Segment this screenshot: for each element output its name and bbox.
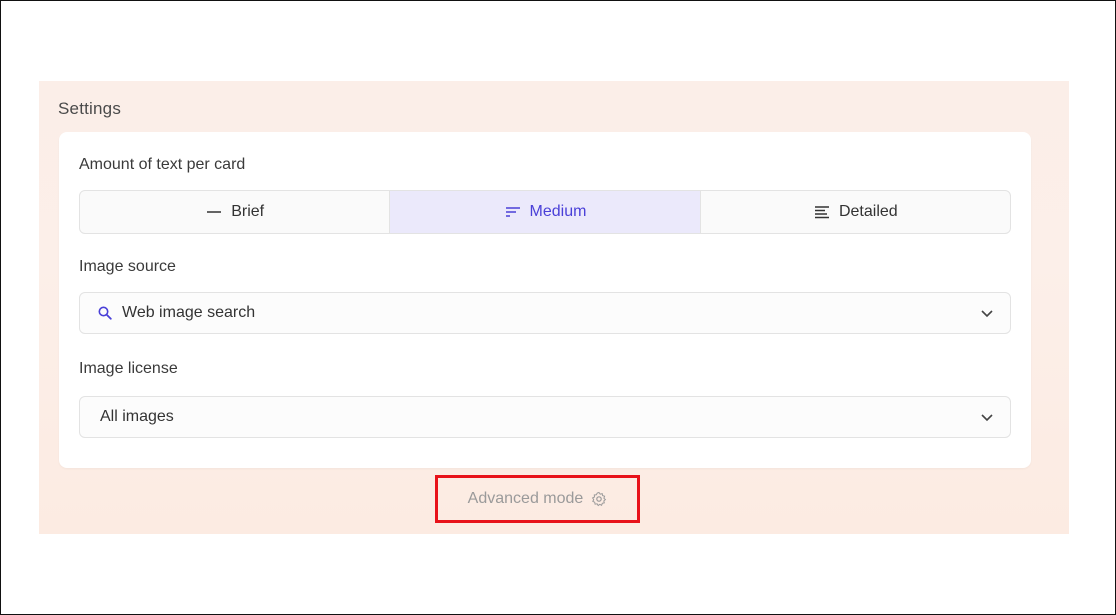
screenshot-frame: Settings Amount of text per card Brief M… <box>0 0 1116 615</box>
text-amount-option-brief[interactable]: Brief <box>80 191 391 233</box>
text-amount-label: Amount of text per card <box>79 156 246 173</box>
dash-icon <box>205 205 223 219</box>
detailed-lines-icon <box>813 205 831 219</box>
text-amount-segmented-control: Brief Medium Detailed <box>79 190 1011 234</box>
settings-panel: Settings Amount of text per card Brief M… <box>39 81 1069 534</box>
chevron-down-icon <box>980 410 994 424</box>
settings-title: Settings <box>58 99 122 118</box>
settings-card: Amount of text per card Brief Medium Det… <box>59 132 1031 468</box>
medium-lines-icon <box>504 205 522 219</box>
search-icon <box>98 306 112 320</box>
option-label: Medium <box>529 203 587 220</box>
text-amount-option-medium[interactable]: Medium <box>390 191 701 233</box>
image-source-label: Image source <box>79 258 176 275</box>
image-license-value: All images <box>100 408 174 425</box>
image-license-select[interactable]: All images <box>79 396 1011 438</box>
gear-icon <box>591 491 607 507</box>
advanced-mode-button[interactable]: Advanced mode <box>435 475 640 523</box>
option-label: Brief <box>231 203 265 220</box>
image-source-value: Web image search <box>122 304 256 321</box>
image-license-label: Image license <box>79 360 178 377</box>
option-label: Detailed <box>838 203 898 220</box>
chevron-down-icon <box>980 306 994 320</box>
text-amount-option-detailed[interactable]: Detailed <box>701 191 1010 233</box>
advanced-mode-label: Advanced mode <box>467 490 584 507</box>
image-source-select[interactable]: Web image search <box>79 292 1011 334</box>
